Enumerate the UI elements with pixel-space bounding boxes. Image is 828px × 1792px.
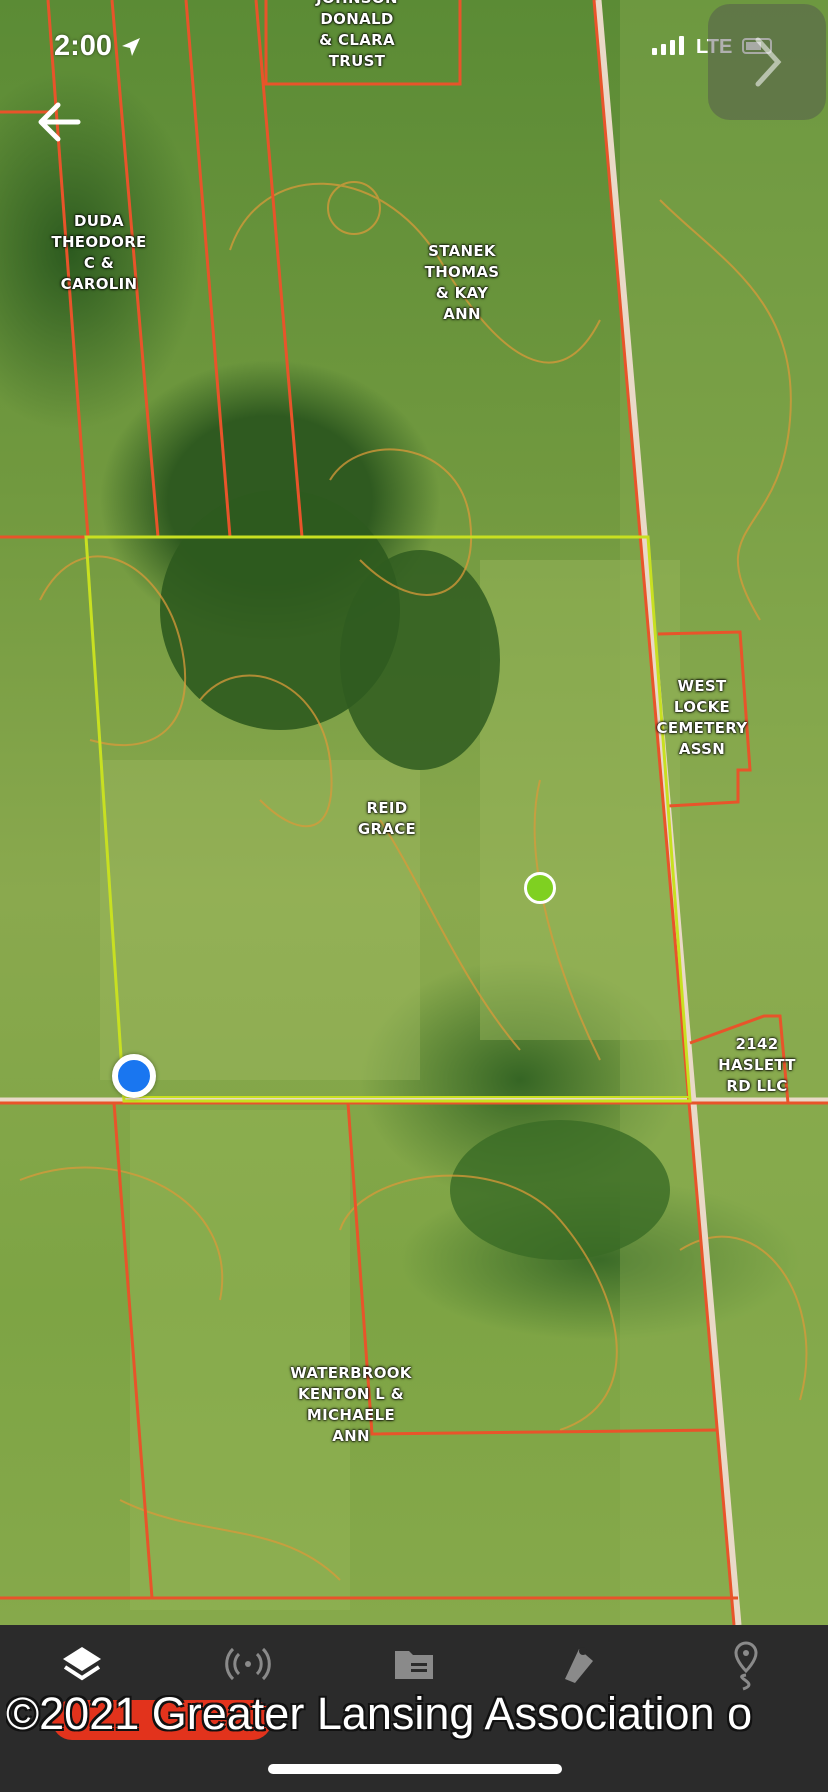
folder-icon bbox=[395, 1651, 433, 1679]
status-time: 2:00 bbox=[54, 30, 142, 63]
broadcast-icon bbox=[225, 1647, 271, 1681]
map-view[interactable]: JOHNSON DONALD & CLARA TRUST DUDA THEODO… bbox=[0, 0, 828, 1625]
signal-strength-icon bbox=[652, 36, 684, 55]
measure-icon bbox=[565, 1647, 593, 1683]
parcel-label-waterbrook[interactable]: WATERBROOK KENTON L & MICHAELE ANN bbox=[290, 1363, 411, 1447]
parcel-label-west-locke[interactable]: WEST LOCKE CEMETERY ASSN bbox=[657, 676, 748, 760]
parcel-label-johnson[interactable]: JOHNSON DONALD & CLARA TRUST bbox=[316, 0, 398, 72]
waypoint-marker[interactable] bbox=[524, 872, 556, 904]
back-button[interactable] bbox=[30, 92, 90, 152]
copyright-watermark: ©2021 Greater Lansing Association o bbox=[6, 1688, 753, 1739]
arrow-left-icon bbox=[38, 102, 81, 142]
parcel-label-duda[interactable]: DUDA THEODORE C & CAROLIN bbox=[51, 211, 146, 295]
next-button[interactable] bbox=[708, 4, 826, 120]
route-pin-icon bbox=[734, 1641, 758, 1691]
chevron-right-icon bbox=[755, 37, 782, 87]
parcel-label-reid[interactable]: REID GRACE bbox=[358, 798, 416, 840]
parcel-label-stanek[interactable]: STANEK THOMAS & KAY ANN bbox=[425, 241, 500, 325]
home-indicator[interactable] bbox=[268, 1764, 562, 1774]
layers-icon bbox=[63, 1647, 101, 1681]
location-arrow-icon bbox=[122, 38, 141, 57]
parcel-label-haslett[interactable]: 2142 HASLETT RD LLC bbox=[718, 1034, 796, 1097]
current-location-marker[interactable] bbox=[112, 1054, 156, 1098]
